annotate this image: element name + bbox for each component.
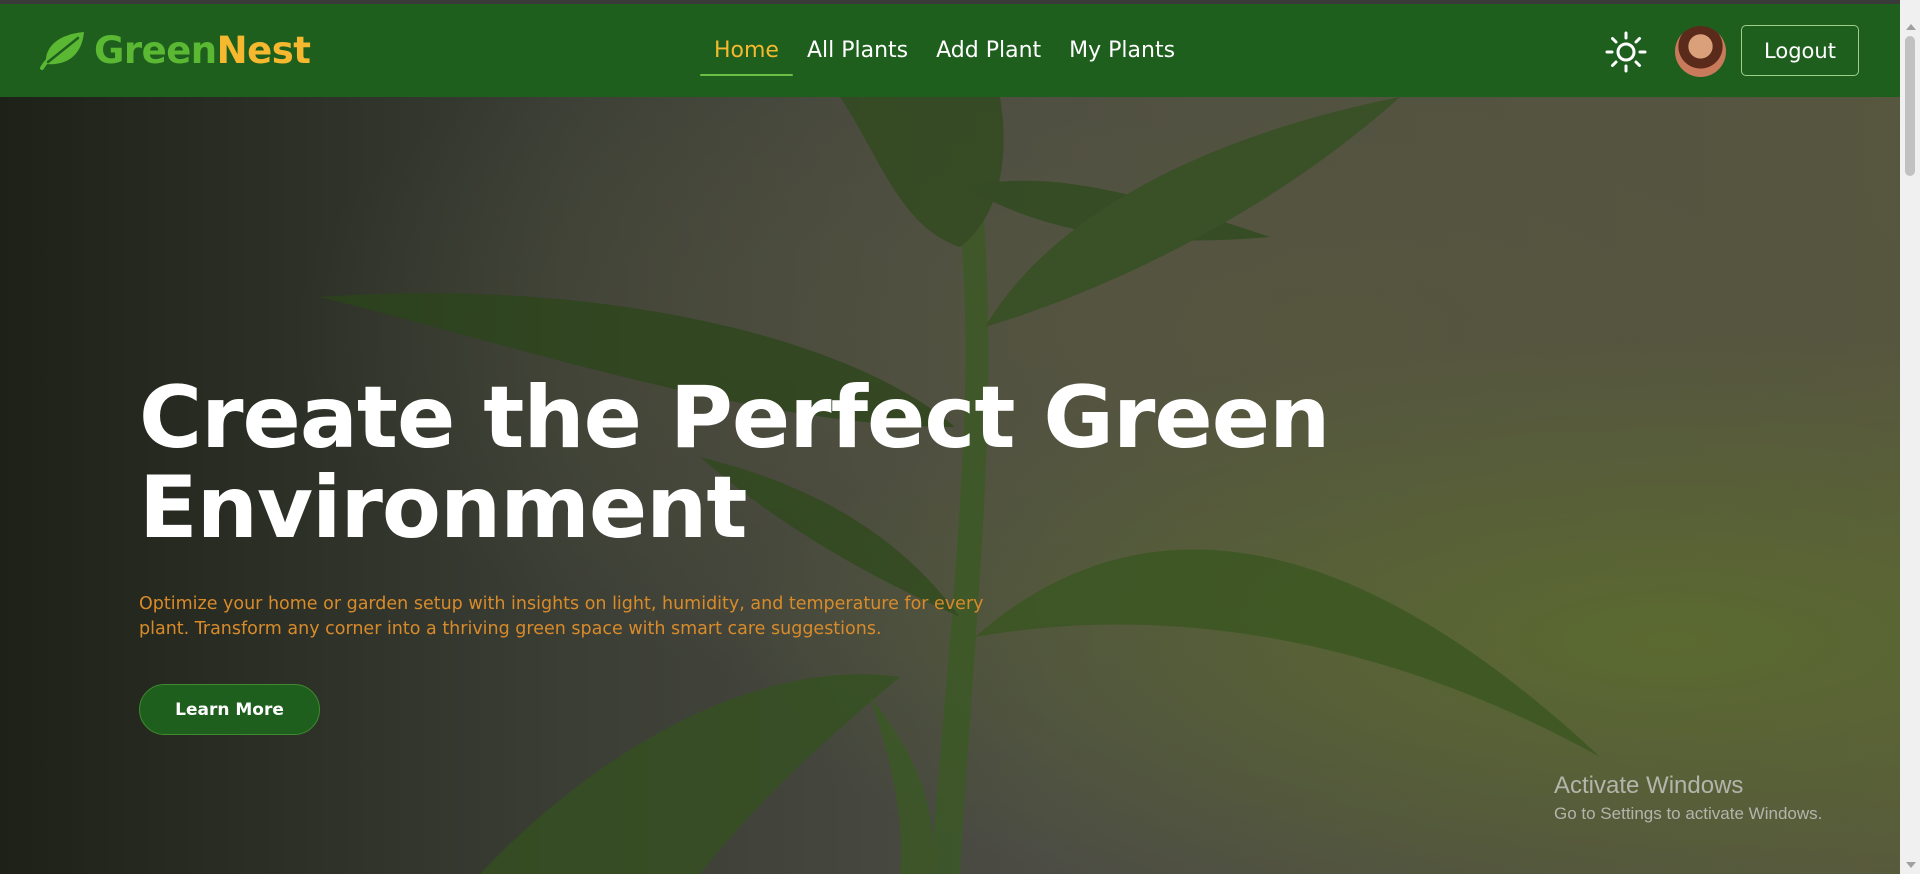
navbar: GreenNest Home All Plants Add Plant My P… xyxy=(0,4,1900,97)
nav-link-my-plants[interactable]: My Plants xyxy=(1055,24,1189,78)
brand-name: GreenNest xyxy=(94,28,311,72)
scroll-down-arrow-icon[interactable] xyxy=(1906,862,1916,868)
hero-title: Create the Perfect Green Environment xyxy=(139,368,1330,558)
watermark-subtitle: Go to Settings to activate Windows. xyxy=(1554,804,1823,823)
brand-name-nest: Nest xyxy=(216,28,311,72)
hero-section: Create the Perfect Green Environment Opt… xyxy=(0,97,1900,874)
brand-name-green: Green xyxy=(94,28,217,72)
brand-logo[interactable]: GreenNest xyxy=(38,28,311,72)
nav-link-all-plants[interactable]: All Plants xyxy=(793,24,922,78)
theme-toggle-button[interactable] xyxy=(1604,30,1648,74)
scrollbar-thumb[interactable] xyxy=(1905,36,1915,176)
learn-more-button[interactable]: Learn More xyxy=(139,684,320,735)
page-scrollbar[interactable] xyxy=(1900,0,1920,874)
main-nav: Home All Plants Add Plant My Plants xyxy=(700,4,1189,97)
user-avatar[interactable] xyxy=(1675,26,1726,77)
logout-button[interactable]: Logout xyxy=(1741,25,1859,76)
sun-icon xyxy=(1605,31,1647,73)
leaf-icon xyxy=(40,32,84,70)
hero-description: Optimize your home or garden setup with … xyxy=(139,594,984,639)
scroll-up-arrow-icon[interactable] xyxy=(1906,24,1916,30)
nav-link-add-plant[interactable]: Add Plant xyxy=(922,24,1055,78)
nav-link-home[interactable]: Home xyxy=(700,24,793,78)
activate-windows-watermark: Activate Windows Go to Settings to activ… xyxy=(1554,772,1822,824)
watermark-title: Activate Windows xyxy=(1554,772,1744,799)
